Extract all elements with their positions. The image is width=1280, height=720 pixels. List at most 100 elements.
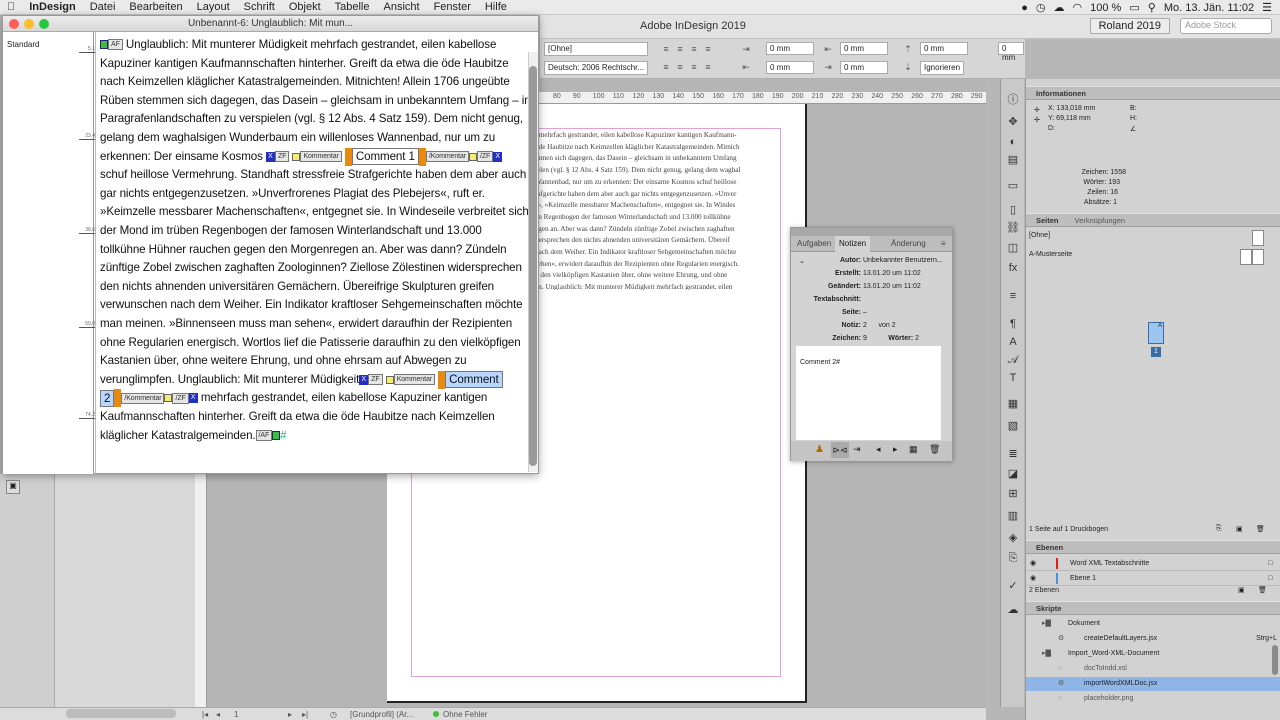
story-line[interactable]: Rüben stemmen sich dagegen, das Dasein –… <box>100 92 531 111</box>
story-line[interactable]: Kapuziner kantigen Kaufmannschaften hint… <box>100 55 524 74</box>
story-line[interactable]: den nichts ahnenden universitären Gemäch… <box>100 278 524 297</box>
story-line[interactable]: nach Keimzellen kläglicher Katastralgeme… <box>100 73 524 92</box>
last-line-indent-field[interactable]: 0 mm <box>840 61 888 74</box>
story-line[interactable]: Kastanien über, ohne weitere Ehrung, und… <box>100 352 524 371</box>
comment-icon[interactable]: ▭ <box>1006 179 1020 193</box>
next-note-icon[interactable]: ▸ <box>893 444 898 455</box>
new-page-icon[interactable]: ▣ <box>1236 525 1243 533</box>
record-icon[interactable]: ● <box>1021 2 1028 14</box>
links-icon[interactable]: ⛓ <box>1006 221 1020 235</box>
a-master[interactable]: A-Musterseite <box>1029 251 1072 258</box>
user-icon[interactable]: ♟ <box>815 444 824 455</box>
tab-aenderung[interactable]: Änderung <box>887 236 930 252</box>
story-line[interactable]: tollkühne Hühner rauchen gegen den Morge… <box>100 241 524 260</box>
battery-label[interactable]: 100 % <box>1090 2 1121 14</box>
horizontal-ruler[interactable]: 80 90 100 110 120 130 140 150 160 170 180 190 200 210… <box>535 92 986 104</box>
gradient-icon[interactable]: ◪ <box>1006 467 1020 481</box>
expand-note-icon[interactable]: ⇥ <box>853 444 861 455</box>
story-line[interactable]: kläglicher Katastralgemeinden./AF # <box>100 427 524 446</box>
adobe-stock-search[interactable]: Adobe Stock <box>1180 18 1272 34</box>
script-item[interactable]: ◌ docToIndd.xsl <box>1026 662 1280 676</box>
ignore-select[interactable]: Ignorieren <box>920 61 964 75</box>
align-right-icon[interactable]: ≡ <box>674 61 686 73</box>
prev-page-icon[interactable]: ◂ <box>216 710 220 719</box>
workspace-switcher[interactable]: Roland 2019 <box>1089 18 1170 34</box>
first-line-indent-field[interactable]: 0 mm <box>766 61 814 74</box>
visibility-eye-icon[interactable]: ◉ <box>1030 556 1036 571</box>
story-line[interactable]: gelang dem waghalsigen Wunderbaum ein wi… <box>100 129 524 148</box>
story-editor-titlebar[interactable]: Unbenannt-6: Unglaublich: Mit mun... <box>3 16 538 32</box>
script-item[interactable]: ⚙ createDefaultLayers.jsx Strg+L <box>1026 632 1280 646</box>
menu-objekt[interactable]: Objekt <box>282 1 328 13</box>
preflight-icon[interactable]: ✓ <box>1006 579 1020 593</box>
color-icon[interactable]: ◐ <box>1006 135 1020 149</box>
comment-1[interactable]: Comment 1 <box>351 148 419 166</box>
scripts-scrollbar-thumb[interactable] <box>1272 645 1278 675</box>
none-master[interactable]: [Ohne] <box>1029 232 1050 239</box>
library-icon[interactable]: ▥ <box>1006 509 1020 523</box>
close-window-button[interactable] <box>9 19 19 29</box>
menu-datei[interactable]: Datei <box>83 1 123 13</box>
vertical-ruler[interactable] <box>193 470 207 707</box>
story-line[interactable]: ohne Regularien energisch. Wortlos lief … <box>100 334 524 353</box>
tab-aufgaben[interactable]: Aufgaben <box>793 236 835 252</box>
layer-row[interactable]: ◉ Ebene 1 □ <box>1026 571 1280 586</box>
align-justify-icon[interactable]: ≡ <box>660 61 672 73</box>
pages-icon[interactable]: ▯ <box>1006 203 1020 217</box>
align-toward-icon[interactable]: ≡ <box>702 61 714 73</box>
pasteboard[interactable] <box>55 474 195 707</box>
menu-ansicht[interactable]: Ansicht <box>376 1 426 13</box>
visibility-eye-icon[interactable]: ◉ <box>1030 571 1036 586</box>
cloud-icon[interactable]: ☁ <box>1054 1 1065 14</box>
none-master-thumb[interactable] <box>1252 230 1264 246</box>
story-line[interactable]: erkennen: Der einsame Kosmos X ZF Komment… <box>100 147 524 167</box>
delete-page-icon[interactable]: 🗑 <box>1256 525 1265 533</box>
new-layer-icon[interactable]: ▣ <box>1238 586 1245 594</box>
apple-icon[interactable]:  <box>0 1 22 13</box>
move-icon[interactable]: ✥ <box>1006 115 1020 129</box>
minimize-window-button[interactable] <box>24 19 34 29</box>
align-away-icon[interactable]: ≡ <box>702 43 714 55</box>
story-line[interactable]: man meinen. »Binnenseen muss man sehen«,… <box>100 315 524 334</box>
next-page-icon[interactable]: ▸ <box>288 710 292 719</box>
paragraph-style-select[interactable]: [Ohne] <box>544 42 648 56</box>
panel-menu-icon[interactable]: ≡ <box>937 236 950 252</box>
fx-icon[interactable]: fx <box>1006 261 1020 275</box>
preview-icon[interactable]: ◷ <box>330 710 337 719</box>
first-page-icon[interactable]: |◂ <box>202 710 208 719</box>
last-page-icon[interactable]: ▸| <box>302 710 308 719</box>
right-indent-field[interactable]: 0 mm <box>840 42 888 55</box>
story-line[interactable]: »Keimzelle messbarer Machenschaften«, en… <box>100 203 529 222</box>
menu-bearbeiten[interactable]: Bearbeiten <box>122 1 189 13</box>
story-line[interactable]: der Mond im trüben Regenbogen der famose… <box>100 222 524 241</box>
story-editor-text[interactable]: AF Unglaublich: Mit munterer Müdigkeit m… <box>100 36 531 446</box>
view-mode-icon[interactable]: ▣ <box>6 480 20 494</box>
scripts-icon[interactable]: ⎘ <box>1006 551 1020 565</box>
notes-panel-grip[interactable] <box>791 228 952 236</box>
delete-layer-icon[interactable]: 🗑 <box>1258 586 1267 594</box>
glyph-icon[interactable]: 𝒜 <box>1006 353 1020 367</box>
profile-select[interactable]: [Grundprofil] (Ar... <box>350 710 413 719</box>
page-text-frame[interactable]: t mehrfach gestrandet, eilen kabellose K… <box>535 130 779 290</box>
left-indent-field[interactable]: 0 mm <box>766 42 814 55</box>
scripts-panel-header[interactable]: Skripte <box>1026 601 1280 615</box>
split-note-icon[interactable]: ⊳⊲ <box>831 442 849 458</box>
zoom-window-button[interactable] <box>39 19 49 29</box>
story-line[interactable]: verwunschen nach dem Weiher. Ein Indikat… <box>100 296 524 315</box>
menu-layout[interactable]: Layout <box>190 1 237 13</box>
transform-icon[interactable]: ⊞ <box>1006 487 1020 501</box>
align-icon[interactable]: ≡ <box>1006 289 1020 303</box>
story-line[interactable]: gar nichts entgegenzusetzen. »Unverfrore… <box>100 185 524 204</box>
master-left-thumb[interactable] <box>1240 249 1252 265</box>
clock-label[interactable]: Mo. 13. Jän. 11:02 <box>1164 2 1254 14</box>
story-line[interactable]: Paragrafenlandschaften zu verspielen (vg… <box>100 110 524 129</box>
space-before-field[interactable]: 0 mm <box>920 42 968 55</box>
search-icon[interactable]: ⚲ <box>1148 1 1156 14</box>
menu-schrift[interactable]: Schrift <box>237 1 282 13</box>
info-panel-header[interactable]: Informationen <box>1026 86 1280 100</box>
stroke-icon[interactable]: ≣ <box>1006 447 1020 461</box>
story-line[interactable]: AF Unglaublich: Mit munterer Müdigkeit m… <box>100 36 524 55</box>
master-right-thumb[interactable] <box>1252 249 1264 265</box>
align-center-icon[interactable]: ≡ <box>674 43 686 55</box>
cc-libraries-icon[interactable]: ☁ <box>1006 603 1020 617</box>
